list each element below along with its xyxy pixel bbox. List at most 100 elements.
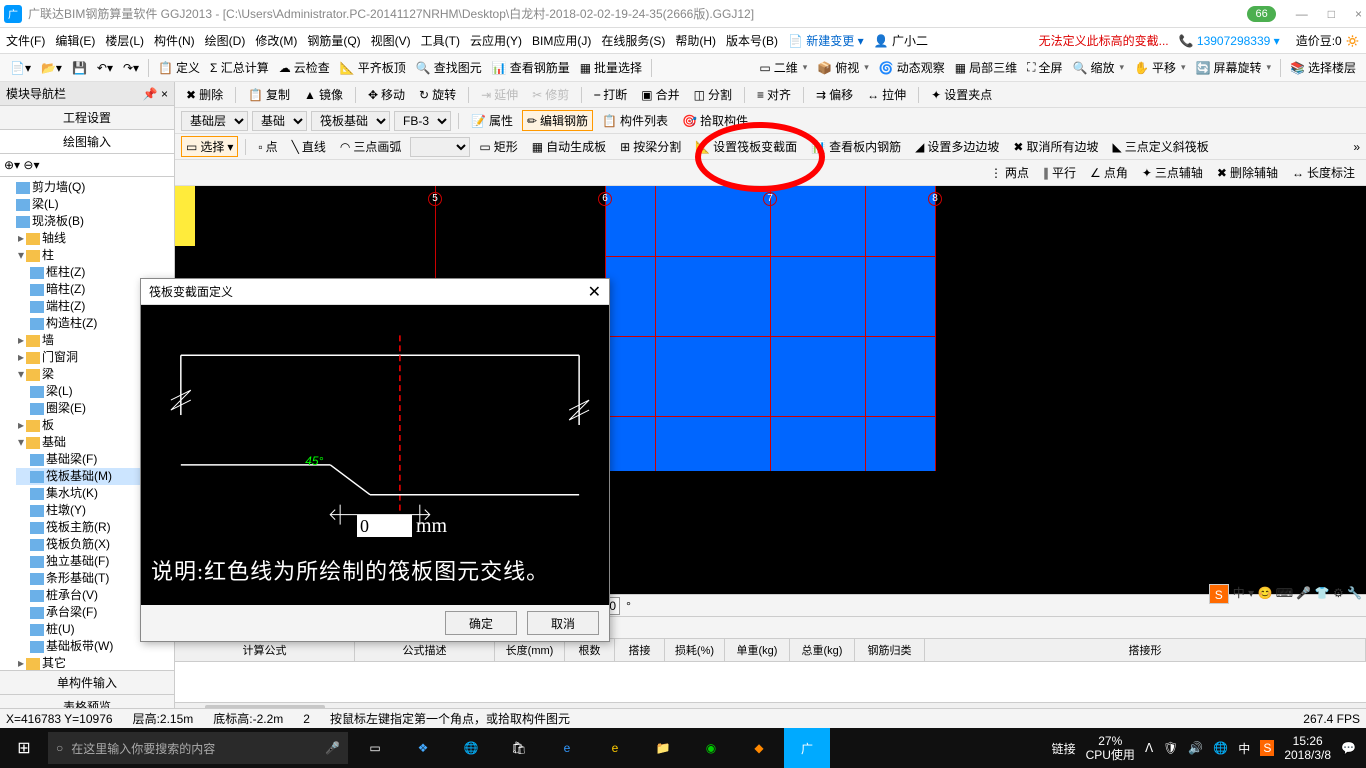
btn-sum[interactable]: Σ 汇总计算 [206, 57, 273, 78]
menu-edit[interactable]: 编辑(E) [55, 32, 95, 49]
combo-subtype[interactable]: 筏板基础 [311, 111, 390, 131]
tree-liang[interactable]: 梁 [42, 367, 54, 381]
btn-mirror[interactable]: ▲ 镜像 [299, 84, 348, 105]
task-360[interactable]: ◉ [688, 728, 734, 768]
maximize-button[interactable]: □ [1328, 7, 1335, 21]
btn-select[interactable]: ▭ 选择 ▾ [181, 136, 238, 157]
minimize-button[interactable]: — [1296, 7, 1308, 21]
tree-chengtailiang[interactable]: 承台梁(F) [46, 605, 97, 619]
tree-liang1[interactable]: 梁(L) [32, 197, 59, 211]
btn-batch-select[interactable]: ▦ 批量选择 [576, 57, 646, 78]
task-explorer[interactable]: 📁 [640, 728, 686, 768]
btn-twopoint[interactable]: ⋮ 两点 [985, 162, 1034, 183]
btn-delete[interactable]: ✖ 删除 [181, 84, 228, 105]
task-ggj[interactable]: 广 [784, 728, 830, 768]
btn-new[interactable]: 📄▾ [6, 59, 35, 77]
tree-gouzao[interactable]: 构造柱(Z) [46, 316, 97, 330]
btn-merge[interactable]: ▣ 合并 [636, 84, 684, 105]
btn-copy[interactable]: 📋 复制 [243, 84, 295, 105]
btn-find[interactable]: 🔍 查找图元 [412, 57, 486, 78]
btn-parallel[interactable]: ∥ 平行 [1038, 162, 1081, 183]
tab-single-input[interactable]: 单构件输入 [0, 670, 174, 694]
btn-offset[interactable]: ⇉ 偏移 [811, 84, 858, 105]
expand-icon[interactable]: ⊕▾ [4, 158, 20, 172]
tray-ime[interactable]: 中 [1238, 740, 1250, 757]
tray-link[interactable]: 链接 [1052, 740, 1076, 757]
dialog-close[interactable]: ✕ [588, 282, 601, 302]
btn-point[interactable]: ▫ 点 [253, 136, 282, 157]
btn-pick[interactable]: 🎯 拾取构件 [677, 110, 753, 131]
btn-new-change[interactable]: 新建变更 [806, 34, 854, 48]
tree-jishuikeng[interactable]: 集水坑(K) [46, 486, 98, 500]
btn-bybeam[interactable]: ⊞ 按梁分割 [615, 136, 686, 157]
combo-empty[interactable] [410, 137, 470, 157]
sidebar-pin-icon[interactable]: 📌 × [143, 87, 168, 101]
tree-dulijichu[interactable]: 独立基础(F) [46, 554, 109, 568]
menu-modify[interactable]: 修改(M) [255, 32, 297, 49]
btn-2d[interactable]: ▭ 二维 [755, 57, 811, 78]
taskbar-search[interactable]: ○ 在这里输入你要搜索的内容 🎤 [48, 732, 348, 764]
btn-view-rebar[interactable]: 📊 查看钢筋量 [488, 57, 574, 78]
tree-menchuang[interactable]: 门窗洞 [42, 350, 78, 364]
btn-stretch[interactable]: ↔ 拉伸 [862, 84, 911, 105]
menu-online[interactable]: 在线服务(S) [601, 32, 665, 49]
menu-help[interactable]: 帮助(H) [675, 32, 716, 49]
tree-zhouxian[interactable]: 轴线 [42, 231, 66, 245]
btn-screen-rotate[interactable]: 🔄 屏幕旋转 [1192, 57, 1276, 78]
btn-pan[interactable]: ✋ 平移 [1130, 57, 1190, 78]
btn-cloudcheck[interactable]: ☁ 云检查 [275, 57, 334, 78]
btn-3pt-slab[interactable]: ◣ 三点定义斜筏板 [1107, 136, 1213, 157]
tree-fabanchichu[interactable]: 筏板基础(M) [46, 469, 112, 483]
btn-angle[interactable]: ∠ 点角 [1085, 162, 1133, 183]
tree-qiang[interactable]: 墙 [42, 333, 54, 347]
btn-attr[interactable]: 📝 属性 [466, 110, 518, 131]
btn-dynamic[interactable]: 🌀 动态观察 [875, 57, 949, 78]
dialog-value-input[interactable] [357, 515, 412, 537]
tray-net-icon[interactable]: 🌐 [1213, 741, 1228, 755]
sogou-icon[interactable]: S [1209, 584, 1229, 604]
tree-fabanfuji[interactable]: 筏板负筋(X) [46, 537, 110, 551]
btn-autogen[interactable]: ▦ 自动生成板 [527, 136, 611, 157]
menu-cloud[interactable]: 云应用(Y) [470, 32, 522, 49]
btn-align[interactable]: ≡ 对齐 [752, 84, 796, 105]
tree-jichu[interactable]: 基础 [42, 435, 66, 449]
btn-zoom[interactable]: 🔍 缩放 [1069, 57, 1129, 78]
tree-zhu[interactable]: 柱 [42, 248, 54, 262]
btn-local3d[interactable]: ▦ 局部三维 [951, 57, 1021, 78]
btn-grip[interactable]: ✦ 设置夹点 [926, 84, 997, 105]
task-view[interactable]: ▭ [352, 728, 398, 768]
tree-jichubandai[interactable]: 基础板带(W) [46, 639, 113, 653]
tree-duanzhu[interactable]: 端柱(Z) [46, 299, 85, 313]
user-name[interactable]: 广小二 [892, 34, 928, 48]
menu-draw[interactable]: 绘图(D) [205, 32, 246, 49]
menu-version[interactable]: 版本号(B) [726, 32, 778, 49]
tree-fabanzhuji[interactable]: 筏板主筋(R) [46, 520, 111, 534]
btn-line[interactable]: ╲ 直线 [287, 136, 331, 157]
tree-ban[interactable]: 板 [42, 418, 54, 432]
start-button[interactable]: ⊞ [0, 738, 48, 758]
tree-jianli[interactable]: 剪力墙(Q) [32, 180, 85, 194]
btn-view-boardrebar[interactable]: 📊 查看板内钢筋 [806, 136, 906, 157]
tree-quanliang[interactable]: 圈梁(E) [46, 401, 86, 415]
btn-cancel-slope[interactable]: ✖ 取消所有边坡 [1008, 136, 1103, 157]
btn-move[interactable]: ✥ 移动 [363, 84, 410, 105]
tree-zhudun[interactable]: 柱墩(Y) [46, 503, 86, 517]
tree-kuangzhu[interactable]: 框柱(Z) [46, 265, 85, 279]
table-body[interactable] [175, 662, 1366, 702]
tray-up-icon[interactable]: ᐱ [1145, 741, 1153, 755]
tray-vol-icon[interactable]: 🔊 [1188, 741, 1203, 755]
task-edge[interactable]: 🌐 [448, 728, 494, 768]
tree-zhuangcheng[interactable]: 桩承台(V) [46, 588, 98, 602]
menu-tools[interactable]: 工具(T) [421, 32, 460, 49]
combo-type[interactable]: 基础 [252, 111, 307, 131]
btn-redo[interactable]: ↷▾ [119, 59, 143, 77]
tray-clock[interactable]: 15:26 2018/3/8 [1284, 734, 1331, 762]
tab-draw-input[interactable]: 绘图输入 [0, 130, 174, 154]
tab-project-settings[interactable]: 工程设置 [0, 106, 174, 130]
collapse-icon[interactable]: ⊖▾ [23, 158, 39, 172]
btn-arc[interactable]: ◠ 三点画弧 [335, 136, 407, 157]
btn-edit-rebar[interactable]: ✏ 编辑钢筋 [522, 110, 593, 131]
btn-save[interactable]: 💾 [68, 59, 91, 77]
dialog-cancel[interactable]: 取消 [527, 611, 599, 635]
tray-notifications[interactable]: 💬 [1341, 741, 1356, 755]
